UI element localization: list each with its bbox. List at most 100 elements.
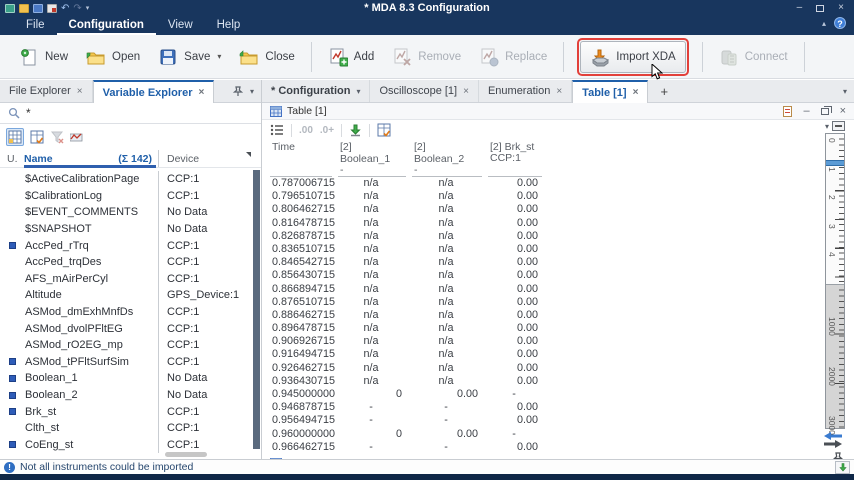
tab-file-explorer[interactable]: File Explorer ×	[0, 80, 93, 102]
signal-type-icon[interactable]	[70, 132, 83, 142]
variable-row[interactable]: $EVENT_COMMENTSNo Data	[0, 204, 261, 221]
variable-row[interactable]: ASMod_dmExhMnfDsCCP:1	[0, 304, 261, 321]
table-row[interactable]: 0.816478715n/an/a0.00	[270, 217, 854, 230]
table-settings-icon[interactable]	[377, 123, 391, 137]
menu-file[interactable]: File	[14, 17, 57, 35]
column-header-name[interactable]: Name (Σ 142)	[24, 153, 158, 165]
table-row[interactable]: 0.886462715n/an/a0.00	[270, 309, 854, 322]
menu-view[interactable]: View	[156, 17, 205, 35]
table-row[interactable]: 0.836510715n/an/a0.00	[270, 243, 854, 256]
step-forward-icon[interactable]	[824, 440, 846, 448]
ruler-zoom-section[interactable]: 01234	[826, 134, 844, 284]
table-column-header[interactable]: [2] Boolean_2-	[412, 140, 482, 177]
filter-button[interactable]	[50, 130, 64, 144]
table-row[interactable]: 0.94500000000.00-	[270, 388, 854, 401]
variable-row[interactable]: CoEng_stCCP:1	[0, 437, 261, 454]
goto-position-icon[interactable]	[832, 121, 845, 131]
help-icon[interactable]: ?	[834, 17, 846, 29]
variable-row[interactable]: AccPed_rTrqCCP:1	[0, 237, 261, 254]
table-row[interactable]: 0.936430715n/an/a0.00	[270, 375, 854, 388]
step-back-icon[interactable]	[824, 432, 846, 440]
row-options-icon[interactable]	[270, 124, 284, 136]
table-row[interactable]: 0.96000000000.00-	[270, 428, 854, 441]
table-row[interactable]: 0.956494715--0.00	[270, 414, 854, 427]
table-row[interactable]: 0.866894715n/an/a0.00	[270, 283, 854, 296]
tab-oscilloscope[interactable]: Oscilloscope [1] ×	[370, 80, 479, 102]
tab-configuration[interactable]: * Configuration ▾	[262, 80, 370, 102]
tab-list-icon[interactable]: ▾	[843, 87, 847, 96]
panel-menu-icon[interactable]: ▾	[250, 87, 254, 96]
tab-table-1[interactable]: Table [1] ×	[572, 80, 648, 103]
menu-help[interactable]: Help	[205, 17, 253, 35]
column-header-device[interactable]: Device	[158, 150, 261, 167]
table-row[interactable]: 0.966462715--0.00	[270, 441, 854, 454]
variable-row[interactable]: Clth_stCCP:1	[0, 420, 261, 437]
minimize-button[interactable]: –	[797, 3, 803, 13]
close-tab-icon[interactable]: ×	[556, 86, 562, 97]
open-button[interactable]: Open	[77, 42, 149, 72]
add-tab-button[interactable]: +	[648, 80, 680, 102]
tab-enumeration[interactable]: Enumeration ×	[479, 80, 572, 102]
scrollbar-thumb[interactable]	[253, 170, 260, 449]
close-table-icon[interactable]: ×	[840, 105, 846, 117]
time-ruler[interactable]: 01234 100020003000	[825, 133, 845, 429]
table-column-header[interactable]: [2] Boolean_1-	[338, 140, 406, 177]
export-values-icon[interactable]	[349, 124, 362, 137]
close-tab-icon[interactable]: ×	[198, 87, 204, 98]
variable-search[interactable]: *	[0, 103, 261, 124]
status-export-button[interactable]	[835, 461, 850, 474]
variable-row[interactable]: Boolean_2No Data	[0, 387, 261, 404]
notes-icon[interactable]	[783, 106, 792, 117]
minimize-table-icon[interactable]: –	[803, 105, 809, 117]
configure-columns-button[interactable]	[30, 130, 44, 144]
menu-configuration[interactable]: Configuration	[57, 17, 156, 35]
close-tab-icon[interactable]: ×	[633, 87, 639, 98]
close-button[interactable]: Close	[230, 42, 303, 72]
table-row[interactable]: 0.946878715--0.00	[270, 401, 854, 414]
table-row[interactable]: 0.796510715n/an/a0.00	[270, 190, 854, 203]
table-row[interactable]: 0.896478715n/an/a0.00	[270, 322, 854, 335]
horizontal-scrollbar-thumb[interactable]	[165, 452, 207, 457]
table-column-header[interactable]: [2] Brk_stCCP:1	[488, 140, 542, 177]
variable-row[interactable]: AltitudeGPS_Device:1	[0, 287, 261, 304]
time-slider-thumb[interactable]	[826, 160, 844, 166]
variable-row[interactable]: Brk_stCCP:1	[0, 403, 261, 420]
maximize-button[interactable]	[816, 5, 824, 12]
close-window-button[interactable]: ×	[838, 3, 844, 13]
variable-row[interactable]: ASMod_rO2EG_mpCCP:1	[0, 337, 261, 354]
decrease-decimals-button[interactable]: .00	[299, 125, 313, 136]
ruler-overview-section[interactable]: 100020003000	[826, 284, 844, 428]
table-row[interactable]: 0.876510715n/an/a0.00	[270, 296, 854, 309]
increase-decimals-button[interactable]: .0+	[320, 125, 334, 136]
table-row[interactable]: 0.806462715n/an/a0.00	[270, 203, 854, 216]
close-tab-icon[interactable]: ×	[463, 86, 469, 97]
tab-dropdown-icon[interactable]: ▾	[356, 87, 360, 96]
show-all-variables-button[interactable]	[6, 128, 24, 146]
restore-table-icon[interactable]	[821, 108, 829, 115]
variable-row[interactable]: Boolean_1No Data	[0, 370, 261, 387]
variable-row[interactable]: AccPed_trqDesCCP:1	[0, 254, 261, 271]
ruler-menu-icon[interactable]: ▾	[825, 122, 829, 131]
table-row[interactable]: 0.926462715n/an/a0.00	[270, 362, 854, 375]
variable-row[interactable]: ASMod_dvolPFltEGCCP:1	[0, 320, 261, 337]
table-row[interactable]: 0.856430715n/an/a0.00	[270, 269, 854, 282]
variable-row[interactable]: $ActiveCalibrationPageCCP:1	[0, 171, 261, 188]
new-button[interactable]: New	[10, 42, 77, 72]
tab-variable-explorer[interactable]: Variable Explorer ×	[93, 80, 215, 103]
table-row[interactable]: 0.846542715n/an/a0.00	[270, 256, 854, 269]
table-row[interactable]: 0.826878715n/an/a0.00	[270, 230, 854, 243]
save-dropdown-icon[interactable]: ▾	[217, 52, 221, 61]
search-input[interactable]: *	[26, 106, 31, 120]
variable-row[interactable]: AFS_mAirPerCylCCP:1	[0, 271, 261, 288]
column-header-u[interactable]: U.	[0, 153, 24, 165]
collapse-ribbon-icon[interactable]: ▴	[822, 19, 826, 28]
close-tab-icon[interactable]: ×	[77, 86, 83, 97]
table-column-header[interactable]: Time	[270, 140, 332, 177]
variable-row[interactable]: $SNAPSHOTNo Data	[0, 221, 261, 238]
import-xda-button[interactable]: Import XDA	[580, 41, 685, 73]
variable-row[interactable]: ASMod_tPFltSurfSimCCP:1	[0, 354, 261, 371]
pin-icon[interactable]	[233, 86, 243, 97]
table-row[interactable]: 0.906926715n/an/a0.00	[270, 335, 854, 348]
variable-list-scrollbar[interactable]	[253, 170, 260, 449]
variable-row[interactable]: $CalibrationLogCCP:1	[0, 188, 261, 205]
